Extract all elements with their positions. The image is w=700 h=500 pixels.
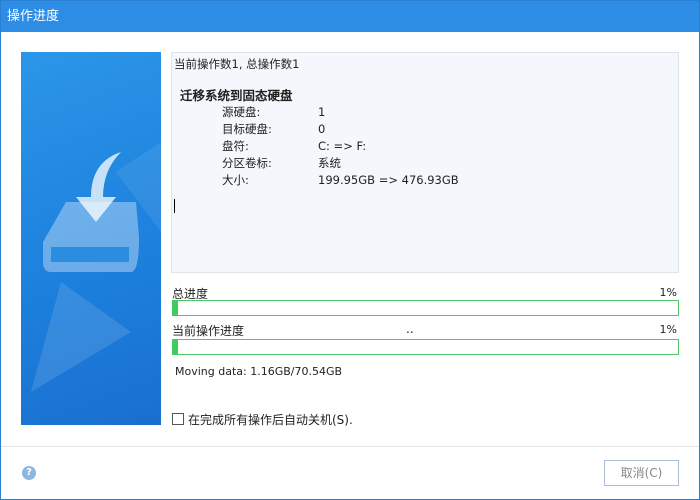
- side-illustration: [21, 52, 161, 425]
- download-disk-icon: [31, 142, 161, 392]
- total-progress-bar: [172, 300, 679, 316]
- divider: [1, 446, 699, 447]
- shutdown-label[interactable]: 在完成所有操作后自动关机(S).: [188, 411, 353, 428]
- moving-data-status: Moving data: 1.16GB/70.54GB: [175, 365, 343, 378]
- current-progress-bar: [172, 339, 679, 355]
- progress-dialog: 操作进度 当前操作数1, 总操作数1 迁移系统到固态硬盘 源硬盘: 1 目标硬盘:…: [0, 0, 700, 500]
- operation-log: 当前操作数1, 总操作数1 迁移系统到固态硬盘 源硬盘: 1 目标硬盘: 0 盘符:…: [171, 52, 679, 273]
- total-progress-percent: 1%: [659, 286, 677, 299]
- help-icon[interactable]: ?: [22, 466, 36, 480]
- cancel-button[interactable]: 取消(C): [604, 460, 679, 486]
- detail-row: 盘符: C: => F:: [222, 139, 367, 153]
- current-progress-label: 当前操作进度: [172, 324, 245, 338]
- shutdown-checkbox[interactable]: [172, 413, 184, 425]
- detail-row: 目标硬盘: 0: [222, 122, 326, 136]
- detail-row: 源硬盘: 1: [222, 105, 326, 119]
- detail-row: 大小: 199.95GB => 476.93GB: [222, 173, 459, 187]
- detail-row: 分区卷标: 系统: [222, 156, 341, 170]
- log-header: 当前操作数1, 总操作数1: [174, 57, 300, 71]
- current-progress-status: ..: [406, 322, 414, 336]
- current-progress-percent: 1%: [659, 323, 677, 336]
- text-cursor: [174, 199, 175, 213]
- operation-title: 迁移系统到固态硬盘: [180, 88, 293, 103]
- title-bar: 操作进度: [1, 1, 699, 32]
